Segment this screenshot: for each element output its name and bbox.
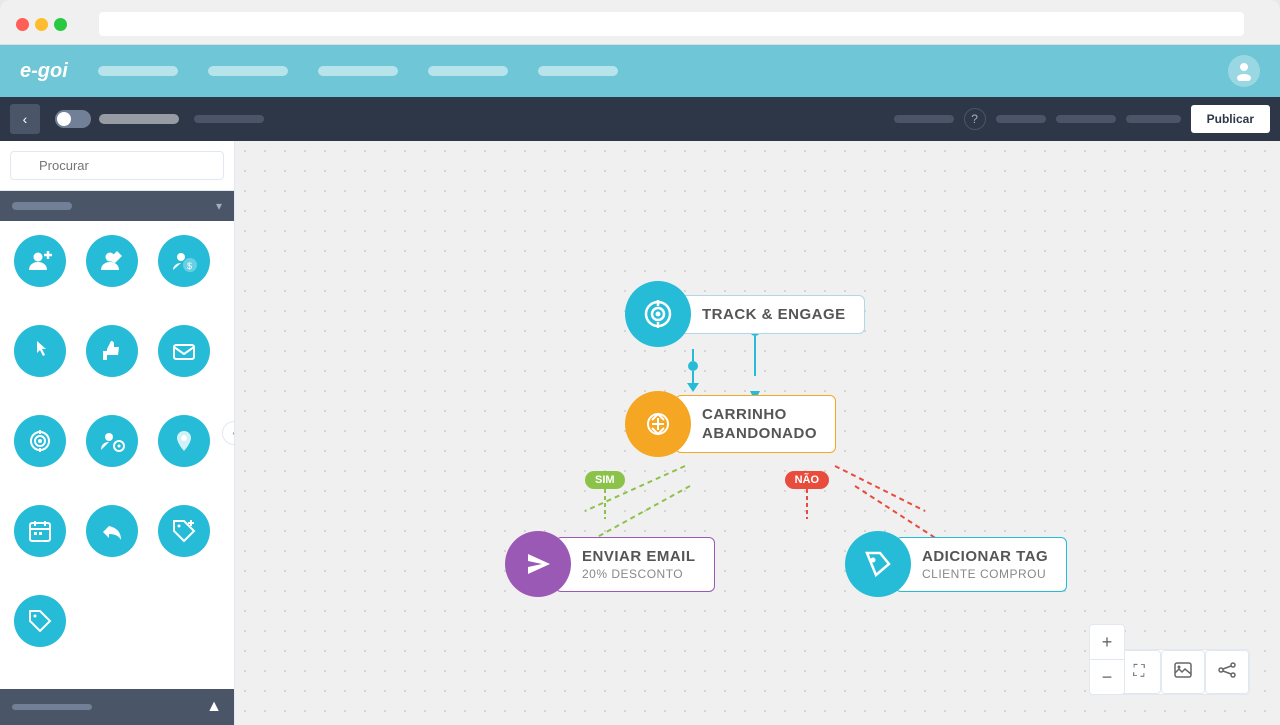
secondary-nav-item-1[interactable] bbox=[194, 115, 264, 123]
location-icon[interactable] bbox=[158, 415, 210, 467]
reply-icon[interactable] bbox=[86, 505, 138, 557]
enviar-email-label-multi: ENVIAR EMAIL 20% DESCONTO bbox=[582, 548, 696, 581]
image-icon bbox=[1174, 662, 1192, 683]
icon-grid: $ bbox=[0, 221, 234, 689]
adicionar-tag-label: ADICIONAR TAG CLIENTE COMPROU bbox=[895, 537, 1067, 592]
zoom-out-button[interactable]: − bbox=[1090, 660, 1124, 694]
carrinho-node[interactable]: CARRINHO ABANDONADO bbox=[625, 391, 836, 457]
email-icon[interactable] bbox=[158, 325, 210, 377]
publish-button[interactable]: Publicar bbox=[1191, 105, 1270, 133]
tag-icon[interactable] bbox=[14, 595, 66, 647]
sidebar-section-header[interactable]: ▾ bbox=[0, 191, 234, 221]
nav-item-2[interactable] bbox=[208, 66, 288, 76]
edit-contact-icon[interactable] bbox=[86, 235, 138, 287]
search-box: 🔍 bbox=[0, 141, 234, 191]
image-button[interactable] bbox=[1161, 650, 1205, 694]
canvas-area[interactable]: TRACK & ENGAGE bbox=[235, 141, 1280, 725]
nav-item-4[interactable] bbox=[428, 66, 508, 76]
carrinho-label: CARRINHO ABANDONADO bbox=[675, 395, 836, 453]
enviar-email-text-2: 20% DESCONTO bbox=[582, 567, 696, 581]
thumbs-up-icon[interactable] bbox=[86, 325, 138, 377]
chevron-down-icon: ▾ bbox=[216, 199, 222, 213]
secondary-nav-item-2[interactable] bbox=[894, 115, 954, 123]
carrinho-label-multi: CARRINHO ABANDONADO bbox=[702, 406, 817, 442]
contact-money-icon[interactable]: $ bbox=[158, 235, 210, 287]
maximize-button[interactable] bbox=[54, 18, 67, 31]
secondary-nav-item-3[interactable] bbox=[996, 115, 1046, 123]
enviar-email-label: ENVIAR EMAIL 20% DESCONTO bbox=[555, 537, 715, 592]
top-nav: e-goi bbox=[0, 45, 1280, 97]
toggle-control[interactable] bbox=[55, 110, 91, 128]
collapse-sidebar-button[interactable]: ▲ bbox=[206, 698, 222, 716]
avatar[interactable] bbox=[1228, 55, 1260, 87]
zoom-in-button[interactable]: + bbox=[1090, 625, 1124, 659]
secondary-nav-item-5[interactable] bbox=[1126, 115, 1181, 123]
footer-label bbox=[12, 704, 92, 710]
secondary-nav-item-4[interactable] bbox=[1056, 115, 1116, 123]
canvas-toolbar: ⛶ bbox=[1116, 649, 1250, 695]
node-enviar-email[interactable]: ENVIAR EMAIL 20% DESCONTO bbox=[505, 531, 715, 597]
browser-chrome bbox=[0, 0, 1280, 45]
share-icon bbox=[1218, 662, 1236, 683]
enviar-email-text-1: ENVIAR EMAIL bbox=[582, 548, 696, 565]
carrinho-text-2: ABANDONADO bbox=[702, 425, 817, 442]
search-wrapper: 🔍 bbox=[10, 151, 224, 180]
target-icon[interactable] bbox=[14, 415, 66, 467]
adicionar-tag-text-2: CLIENTE COMPROU bbox=[922, 567, 1048, 581]
svg-text:$: $ bbox=[187, 261, 192, 271]
help-button[interactable]: ? bbox=[964, 108, 986, 130]
traffic-lights bbox=[16, 18, 67, 31]
address-bar[interactable] bbox=[99, 12, 1244, 36]
chevron-left-icon: ‹ bbox=[23, 111, 28, 127]
close-button[interactable] bbox=[16, 18, 29, 31]
question-mark-icon: ? bbox=[971, 112, 978, 126]
connector-1 bbox=[687, 349, 699, 392]
enviar-email-node[interactable]: ENVIAR EMAIL 20% DESCONTO bbox=[505, 531, 715, 597]
person-settings-icon[interactable] bbox=[86, 415, 138, 467]
nav-items bbox=[98, 66, 1198, 76]
logo: e-goi bbox=[20, 60, 68, 83]
node-carrinho[interactable]: CARRINHO ABANDONADO bbox=[625, 391, 836, 457]
carrinho-icon bbox=[625, 391, 691, 457]
share-button[interactable] bbox=[1205, 650, 1249, 694]
carrinho-text-1: CARRINHO bbox=[702, 406, 817, 423]
track-engage-node[interactable]: TRACK & ENGAGE bbox=[625, 281, 865, 347]
nav-item-1[interactable] bbox=[98, 66, 178, 76]
nav-item-3[interactable] bbox=[318, 66, 398, 76]
minimize-button[interactable] bbox=[35, 18, 48, 31]
section-label bbox=[12, 202, 72, 210]
adicionar-tag-text-1: ADICIONAR TAG bbox=[922, 548, 1048, 565]
secondary-nav: ‹ ? Publicar bbox=[0, 97, 1280, 141]
click-action-icon[interactable] bbox=[14, 325, 66, 377]
app-wrapper: e-goi ‹ ? bbox=[0, 45, 1280, 725]
back-button[interactable]: ‹ bbox=[10, 104, 40, 134]
calendar-icon[interactable] bbox=[14, 505, 66, 557]
adicionar-tag-node[interactable]: ADICIONAR TAG CLIENTE COMPROU bbox=[845, 531, 1067, 597]
search-input[interactable] bbox=[10, 151, 224, 180]
adicionar-tag-label-multi: ADICIONAR TAG CLIENTE COMPROU bbox=[922, 548, 1048, 581]
track-engage-icon bbox=[625, 281, 691, 347]
adicionar-tag-icon bbox=[845, 531, 911, 597]
nav-item-5[interactable] bbox=[538, 66, 618, 76]
enviar-email-icon bbox=[505, 531, 571, 597]
add-tag-icon[interactable] bbox=[158, 505, 210, 557]
secondary-nav-right: ? Publicar bbox=[894, 105, 1270, 133]
add-contact-icon[interactable] bbox=[14, 235, 66, 287]
main-content: 🔍 ▾ bbox=[0, 141, 1280, 725]
toggle-switch[interactable] bbox=[55, 110, 179, 128]
sidebar: 🔍 ▾ bbox=[0, 141, 235, 725]
fit-icon: ⛶ bbox=[1133, 663, 1144, 681]
minus-icon: − bbox=[1102, 667, 1113, 688]
track-engage-label: TRACK & ENGAGE bbox=[675, 295, 865, 334]
plus-icon: + bbox=[1102, 632, 1113, 653]
node-track-engage[interactable]: TRACK & ENGAGE bbox=[625, 281, 865, 347]
node-adicionar-tag[interactable]: ADICIONAR TAG CLIENTE COMPROU bbox=[845, 531, 1067, 597]
zoom-controls: + − bbox=[1089, 624, 1125, 695]
toggle-label bbox=[99, 114, 179, 124]
